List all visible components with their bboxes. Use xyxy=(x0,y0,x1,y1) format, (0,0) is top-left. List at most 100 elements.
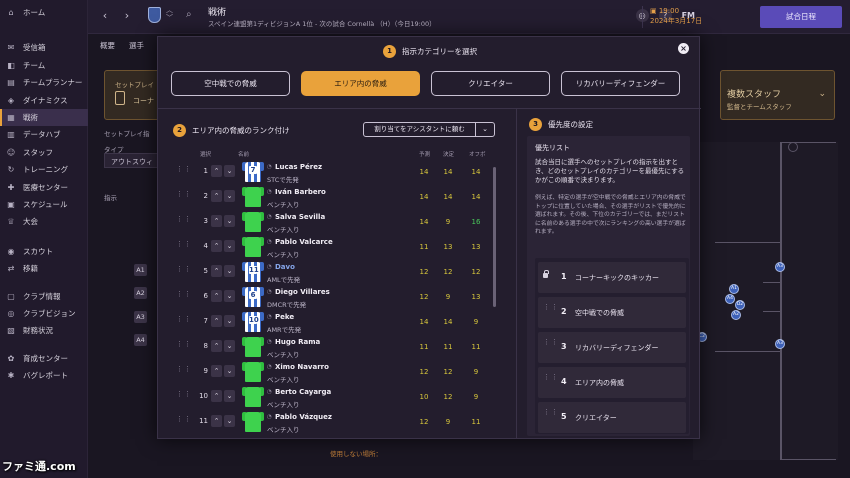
move-up-button[interactable]: ⌃ xyxy=(211,190,222,202)
player-row[interactable]: ⋮⋮ 7 ⌃ ⌄ 10 ◔ Peke AMRで先発 14 14 9 xyxy=(170,311,498,336)
category-box-threat-button[interactable]: エリア内の脅威 xyxy=(301,71,420,96)
player-name[interactable]: Lucas Pérez xyxy=(275,163,322,171)
drag-handle-icon[interactable]: ⋮⋮ xyxy=(176,366,191,378)
move-down-button[interactable]: ⌄ xyxy=(224,240,235,252)
player-row[interactable]: ⋮⋮ 6 ⌃ ⌄ 6 ◔ Diego Villares DMCRで先発 12 9 13 xyxy=(170,286,498,311)
sidebar-item[interactable]: ◧ チーム xyxy=(0,57,88,74)
sidebar-item[interactable]: ☺ スタッフ xyxy=(0,144,88,161)
move-down-button[interactable]: ⌄ xyxy=(224,365,235,377)
move-down-button[interactable]: ⌄ xyxy=(224,165,235,177)
drag-handle-icon[interactable]: ⋮⋮ xyxy=(543,304,559,310)
setplay-selector[interactable]: セットプレイ コーナ xyxy=(104,70,164,120)
move-up-button[interactable]: ⌃ xyxy=(211,365,222,377)
move-down-button[interactable]: ⌄ xyxy=(224,265,235,277)
sidebar-item[interactable]: ◎ クラブビジョン xyxy=(0,305,88,322)
sidebar-item[interactable]: ⇄ 移籍 xyxy=(0,260,88,277)
type-dropdown[interactable]: アウトスウィ xyxy=(104,153,164,168)
drag-handle-icon[interactable]: ⋮⋮ xyxy=(543,374,559,380)
move-down-button[interactable]: ⌄ xyxy=(224,415,235,427)
drag-handle-icon[interactable]: ⋮⋮ xyxy=(176,241,191,253)
drag-handle-icon[interactable]: ⋮⋮ xyxy=(176,191,191,203)
sidebar-item[interactable]: ✉ 受信箱 xyxy=(0,39,88,56)
player-row[interactable]: ⋮⋮ 5 ⌃ ⌄ 11 ◔ Davo AMLで先発 12 12 12 xyxy=(170,261,498,286)
assign-to-assistant-button[interactable]: 割り当てをアシスタントに頼む ⌄ xyxy=(363,122,495,137)
sidebar-item[interactable]: ✿ 育成センター xyxy=(0,350,88,367)
drag-handle-icon[interactable]: ⋮⋮ xyxy=(176,391,191,403)
sidebar-item[interactable]: ♕ 大会 xyxy=(0,213,88,230)
drag-handle-icon[interactable]: ⋮⋮ xyxy=(176,416,191,428)
move-down-button[interactable]: ⌄ xyxy=(224,290,235,302)
chevron-down-icon[interactable]: ⌄ xyxy=(476,123,494,136)
player-name[interactable]: Salva Sevilla xyxy=(275,213,325,221)
move-up-button[interactable]: ⌃ xyxy=(211,215,222,227)
sidebar-item[interactable]: ⌂ ホーム xyxy=(0,4,88,21)
column-header-rank[interactable]: 選択 xyxy=(200,150,211,158)
player-row[interactable]: ⋮⋮ 4 ⌃ ⌄ ◔ Pablo Valcarce ベンチ入り 11 13 13 xyxy=(170,236,498,261)
player-name[interactable]: Pablo Valcarce xyxy=(275,238,333,246)
sidebar-item[interactable]: ◈ ダイナミクス xyxy=(0,92,88,109)
player-name[interactable]: Iván Barbero xyxy=(275,188,326,196)
priority-item[interactable]: ⋮⋮ 2 空中戦での脅威 xyxy=(538,297,686,328)
sidebar-item[interactable]: ▢ クラブ情報 xyxy=(0,288,88,305)
forward-arrow-icon[interactable]: › xyxy=(120,9,134,23)
sidebar-item[interactable]: ▥ データハブ xyxy=(0,126,88,143)
move-up-button[interactable]: ⌃ xyxy=(211,390,222,402)
move-down-button[interactable]: ⌄ xyxy=(224,390,235,402)
back-arrow-icon[interactable]: ‹ xyxy=(98,9,112,23)
drag-handle-icon[interactable]: ⋮⋮ xyxy=(176,216,191,228)
player-row[interactable]: ⋮⋮ 11 ⌃ ⌄ ◔ Pablo Vázquez ベンチ入り 12 9 11 xyxy=(170,411,498,436)
move-up-button[interactable]: ⌃ xyxy=(211,415,222,427)
player-name[interactable]: Pablo Vázquez xyxy=(275,413,332,421)
drag-handle-icon[interactable]: ⋮⋮ xyxy=(176,341,191,353)
staff-panel[interactable]: 複数スタッフ 監督とチームスタッフ ⌄ xyxy=(720,70,835,120)
player-name[interactable]: Peke xyxy=(275,313,294,321)
drag-handle-icon[interactable]: ⋮⋮ xyxy=(176,266,191,278)
club-switch-chevron-icon[interactable]: ︿ ﹀ xyxy=(166,6,173,22)
move-up-button[interactable]: ⌃ xyxy=(211,265,222,277)
player-row[interactable]: ⋮⋮ 3 ⌃ ⌄ ◔ Salva Sevilla ベンチ入り 14 9 16 xyxy=(170,211,498,236)
priority-item[interactable]: ⋮⋮ 5 クリエイター xyxy=(538,402,686,433)
move-up-button[interactable]: ⌃ xyxy=(211,290,222,302)
column-header-decisions[interactable]: 決定 xyxy=(443,150,454,158)
move-down-button[interactable]: ⌄ xyxy=(224,315,235,327)
search-icon[interactable]: ⌕ xyxy=(186,9,192,20)
sidebar-item[interactable]: ▧ 財務状況 xyxy=(0,322,88,339)
sidebar-item[interactable]: ✚ 医療センター xyxy=(0,179,88,196)
move-up-button[interactable]: ⌃ xyxy=(211,240,222,252)
priority-item[interactable]: ⋮⋮ 3 リカバリーディフェンダー xyxy=(538,332,686,363)
sidebar-item[interactable]: ▤ チームプランナー xyxy=(0,74,88,91)
sidebar-item[interactable]: ◉ スカウト xyxy=(0,243,88,260)
player-name[interactable]: Diego Villares xyxy=(275,288,330,296)
player-row[interactable]: ⋮⋮ 10 ⌃ ⌄ ◔ Berto Cayarga ベンチ入り 10 12 9 xyxy=(170,386,498,411)
sidebar-item[interactable]: ✱ バグレポート xyxy=(0,367,88,384)
player-row[interactable]: ⋮⋮ 2 ⌃ ⌄ ◔ Iván Barbero ベンチ入り 14 14 14 xyxy=(170,186,498,211)
drag-handle-icon[interactable]: ⋮⋮ xyxy=(176,166,191,178)
tab-players[interactable]: 選手 xyxy=(129,40,144,51)
move-down-button[interactable]: ⌄ xyxy=(224,340,235,352)
tab-overview[interactable]: 概要 xyxy=(100,40,115,51)
move-down-button[interactable]: ⌄ xyxy=(224,215,235,227)
category-recovery-defender-button[interactable]: リカバリーディフェンダー xyxy=(561,71,680,96)
priority-item[interactable]: ⋮⋮ 4 エリア内の脅威 xyxy=(538,367,686,398)
sidebar-item[interactable]: ↻ トレーニング xyxy=(0,161,88,178)
player-row[interactable]: ⋮⋮ 8 ⌃ ⌄ ◔ Hugo Rama ベンチ入り 11 11 11 xyxy=(170,336,498,361)
continue-button[interactable]: 試合日程 xyxy=(760,6,842,28)
category-aerial-threat-button[interactable]: 空中戦での脅威 xyxy=(171,71,290,96)
sidebar-item[interactable]: ▦ 戦術 xyxy=(0,109,88,126)
move-up-button[interactable]: ⌃ xyxy=(211,165,222,177)
drag-handle-icon[interactable]: ⋮⋮ xyxy=(176,291,191,303)
move-up-button[interactable]: ⌃ xyxy=(211,340,222,352)
close-icon[interactable]: × xyxy=(678,43,689,54)
sidebar-item[interactable]: ▣ スケジュール xyxy=(0,196,88,213)
column-header-name[interactable]: 名前 xyxy=(238,150,249,158)
drag-handle-icon[interactable]: ⋮⋮ xyxy=(176,316,191,328)
player-name[interactable]: Ximo Navarro xyxy=(275,363,329,371)
move-up-button[interactable]: ⌃ xyxy=(211,315,222,327)
player-name[interactable]: Davo xyxy=(275,263,295,271)
column-header-off-the-ball[interactable]: オフボ xyxy=(469,150,486,158)
list-scrollbar[interactable] xyxy=(493,167,496,307)
drag-handle-icon[interactable]: ⋮⋮ xyxy=(543,339,559,345)
category-creator-button[interactable]: クリエイター xyxy=(431,71,550,96)
column-header-anticipation[interactable]: 予測 xyxy=(419,150,430,158)
player-name[interactable]: Berto Cayarga xyxy=(275,388,331,396)
